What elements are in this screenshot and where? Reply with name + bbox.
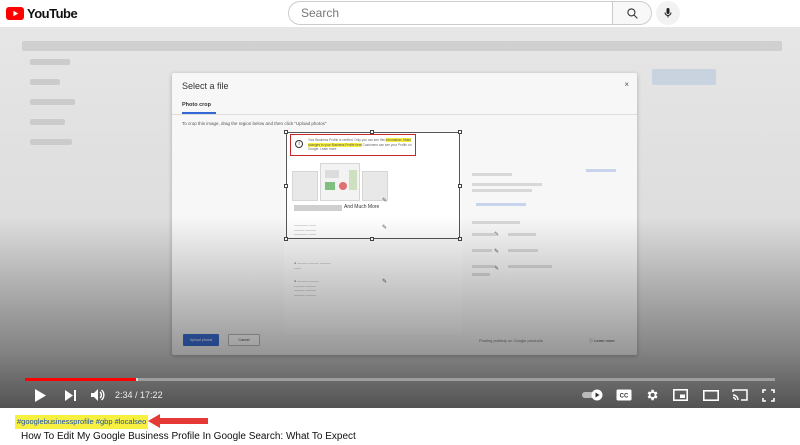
- svg-text:CC: CC: [620, 394, 629, 400]
- miniplayer-icon: [672, 389, 688, 401]
- miniplayer-button[interactable]: [670, 386, 690, 404]
- theater-icon: [703, 389, 719, 401]
- info-icon: i: [295, 140, 303, 148]
- video-frame-line: [30, 139, 72, 145]
- video-player[interactable]: Select a file × Photo crop To crop this …: [0, 27, 800, 408]
- time-display: 2:34 / 17:22: [115, 390, 163, 400]
- video-frame-button: [652, 69, 716, 85]
- microphone-icon: [664, 8, 672, 18]
- search-button[interactable]: [612, 1, 652, 25]
- youtube-logo[interactable]: YouTube: [6, 6, 78, 21]
- next-icon: [64, 389, 76, 401]
- settings-button[interactable]: [642, 386, 662, 404]
- crop-handle: [458, 130, 462, 134]
- crop-handle: [458, 184, 462, 188]
- masthead: YouTube: [0, 0, 800, 27]
- video-frame-line: [30, 119, 65, 125]
- video-frame-topbar: [22, 41, 782, 51]
- next-button[interactable]: [60, 386, 80, 404]
- video-frame-line: [30, 79, 60, 85]
- fullscreen-icon: [761, 388, 775, 402]
- profile-thumbnails: [292, 163, 390, 203]
- edit-pencil-icon: ✎: [382, 198, 388, 204]
- logo-text: YouTube: [27, 6, 78, 21]
- fullscreen-button[interactable]: [758, 386, 778, 404]
- youtube-logo-icon: [6, 7, 24, 20]
- verified-notice-text: Your Business Profile is verified. Only …: [308, 138, 412, 151]
- close-icon: ×: [624, 80, 629, 89]
- crop-handle: [284, 130, 288, 134]
- subtitles-button[interactable]: CC: [614, 386, 634, 404]
- red-arrow-annotation-icon: [148, 414, 208, 428]
- search-icon: [626, 7, 638, 19]
- search-bar: [288, 1, 652, 25]
- video-frame-line: [30, 99, 75, 105]
- autoplay-toggle-icon: [582, 389, 603, 401]
- theater-mode-button[interactable]: [700, 386, 722, 404]
- tab-photo-crop: Photo crop: [182, 102, 212, 108]
- player-controls: 2:34 / 17:22 CC: [0, 383, 800, 408]
- progress-played: [25, 378, 136, 381]
- video-title: How To Edit My Google Business Profile I…: [21, 431, 356, 442]
- voice-search-button[interactable]: [656, 1, 680, 25]
- business-name: And Much More: [344, 204, 380, 210]
- volume-button[interactable]: [88, 386, 108, 404]
- crop-instruction: To crop this image, drag the region belo…: [182, 121, 327, 126]
- cast-icon: [732, 389, 748, 401]
- business-name-redacted: [294, 205, 342, 211]
- video-frame-line: [30, 59, 70, 65]
- progress-bar[interactable]: [25, 378, 775, 381]
- dialog-divider: [172, 114, 637, 115]
- play-icon: [35, 388, 46, 402]
- search-input[interactable]: [288, 1, 612, 25]
- verified-notice-highlight: i Your Business Profile is verified. Onl…: [290, 134, 416, 156]
- settings-icon: [647, 389, 658, 401]
- crop-handle: [284, 184, 288, 188]
- dialog-title: Select a file: [182, 81, 229, 91]
- hashtags[interactable]: #googlebusinessprofile #gbp #localseo: [15, 415, 149, 429]
- subtitles-icon: CC: [616, 389, 632, 401]
- play-button[interactable]: [30, 386, 50, 404]
- cast-button[interactable]: [730, 386, 750, 404]
- volume-icon: [91, 389, 105, 401]
- autoplay-toggle[interactable]: [580, 386, 606, 404]
